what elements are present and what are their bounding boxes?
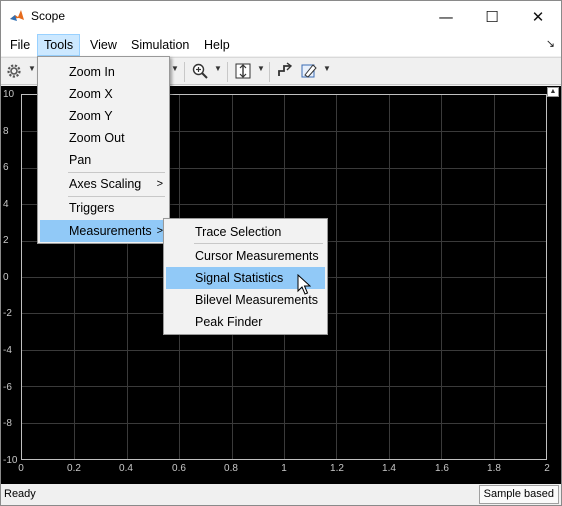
menu-help[interactable]: Help: [198, 34, 236, 56]
scale-dropdown-icon[interactable]: ▼: [257, 64, 265, 73]
menu-separator: [194, 243, 323, 244]
toolbar-dropdown-icon[interactable]: ▼: [171, 64, 179, 73]
gear-dropdown-icon[interactable]: ▼: [28, 64, 36, 73]
menu-item-peak-finder[interactable]: Peak Finder: [166, 311, 325, 333]
close-button[interactable]: ✕: [515, 1, 561, 32]
menu-item-zoom-x[interactable]: Zoom X: [40, 83, 167, 105]
x-tick-label: 1.2: [330, 463, 344, 474]
menu-item-label: Measurements: [69, 224, 152, 238]
scale-axes-icon[interactable]: [234, 62, 252, 80]
y-tick-label: -6: [3, 382, 12, 393]
tools-menu: Zoom In Zoom X Zoom Y Zoom Out Pan Axes …: [37, 56, 170, 244]
menu-item-label: Zoom Out: [69, 131, 125, 145]
chevron-right-icon: >: [156, 178, 163, 190]
menu-item-zoom-in[interactable]: Zoom In: [40, 61, 167, 83]
toolbar-separator: [269, 62, 270, 82]
x-tick-label: 1.8: [487, 463, 501, 474]
title-bar: Scope — ☐ ✕: [1, 1, 561, 32]
zoom-dropdown-icon[interactable]: ▼: [214, 64, 222, 73]
menu-item-label: Pan: [69, 153, 92, 167]
toolbar-separator: [184, 62, 185, 82]
x-tick-label: 0.2: [67, 463, 81, 474]
status-mode-badge: Sample based: [478, 485, 559, 504]
y-tick-label: 10: [3, 89, 15, 100]
grid-line: [22, 422, 546, 424]
menu-item-axes-scaling[interactable]: Axes Scaling >: [40, 173, 167, 195]
y-tick-label: -10: [3, 455, 18, 466]
y-tick-label: -8: [3, 418, 12, 429]
menu-item-label: Zoom In: [69, 65, 115, 79]
y-tick-label: -4: [3, 345, 12, 356]
x-tick-label: 0: [18, 463, 24, 474]
y-tick-label: -2: [3, 308, 12, 319]
y-tick-label: 4: [3, 199, 9, 210]
menu-item-zoom-out[interactable]: Zoom Out: [40, 127, 167, 149]
y-tick-label: 8: [3, 126, 9, 137]
menu-item-triggers[interactable]: Triggers: [40, 197, 167, 219]
window-title: Scope: [31, 9, 66, 23]
matlab-icon: [10, 10, 24, 21]
toolbar-separator: [227, 62, 228, 82]
menu-item-trace-selection[interactable]: Trace Selection: [166, 221, 325, 243]
menu-item-zoom-y[interactable]: Zoom Y: [40, 105, 167, 127]
menu-view[interactable]: View: [84, 34, 123, 56]
status-bar: Ready Sample based: [1, 484, 561, 505]
menu-item-label: Trace Selection: [195, 225, 282, 239]
mouse-pointer-icon: [297, 274, 311, 295]
x-tick-label: 1: [281, 463, 287, 474]
gear-icon[interactable]: [5, 62, 23, 80]
x-tick-label: 0.4: [119, 463, 133, 474]
maximize-axes-icon[interactable]: ▲: [547, 87, 559, 97]
y-tick-label: 0: [3, 272, 9, 283]
zoom-icon[interactable]: [191, 62, 209, 80]
menu-file[interactable]: File: [4, 34, 36, 56]
menu-item-label: Zoom Y: [69, 109, 113, 123]
step-icon[interactable]: [276, 62, 294, 80]
scope-window: Scope — ☐ ✕ File Tools View Simulation H…: [0, 0, 562, 506]
menu-tools[interactable]: Tools: [37, 34, 81, 56]
menu-item-label: Cursor Measurements: [195, 249, 319, 263]
x-tick-label: 1.6: [435, 463, 449, 474]
menu-item-label: Peak Finder: [195, 315, 263, 329]
y-tick-label: 6: [3, 162, 9, 173]
highlight-icon[interactable]: [300, 62, 318, 80]
menu-simulation[interactable]: Simulation: [125, 34, 195, 56]
menu-item-cursor-measurements[interactable]: Cursor Measurements: [166, 245, 325, 267]
status-text: Ready: [4, 488, 36, 500]
x-tick-label: 2: [544, 463, 550, 474]
undock-arrow-icon[interactable]: ↘: [546, 37, 555, 50]
menu-item-pan[interactable]: Pan: [40, 149, 167, 171]
minimize-button[interactable]: —: [423, 1, 469, 32]
x-tick-label: 0.8: [224, 463, 238, 474]
menu-bar: File Tools View Simulation Help ↘: [1, 32, 561, 56]
x-tick-label: 1.4: [382, 463, 396, 474]
maximize-button[interactable]: ☐: [469, 1, 515, 32]
menu-item-measurements[interactable]: Measurements >: [40, 220, 167, 242]
x-tick-label: 0.6: [172, 463, 186, 474]
menu-item-label: Triggers: [69, 201, 115, 215]
highlight-dropdown-icon[interactable]: ▼: [323, 64, 331, 73]
grid-line: [22, 349, 546, 351]
menu-item-label: Axes Scaling: [69, 177, 142, 191]
y-tick-label: 2: [3, 235, 9, 246]
menu-item-label: Zoom X: [69, 87, 113, 101]
menu-item-label: Signal Statistics: [195, 271, 284, 285]
grid-line: [22, 386, 546, 388]
